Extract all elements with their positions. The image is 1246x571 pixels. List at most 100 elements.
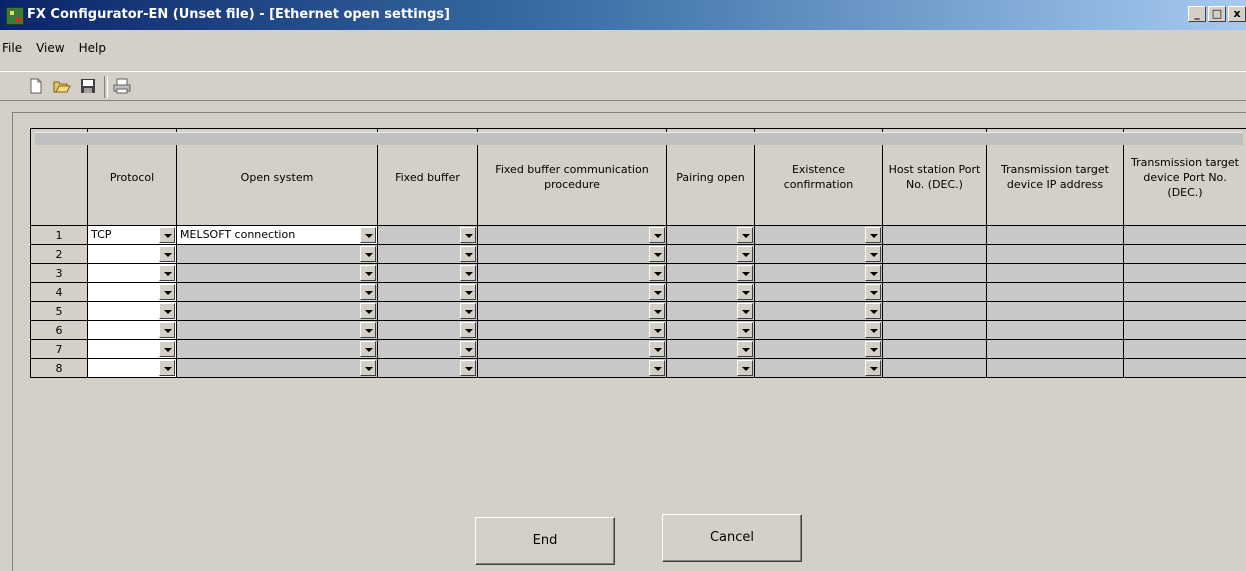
dropdown-arrow-icon[interactable] [865,284,881,300]
host-port-field[interactable] [882,244,987,264]
dropdown-arrow-icon[interactable] [159,265,175,281]
pairing-open-select[interactable] [666,282,755,302]
row-number[interactable]: 8 [30,358,88,378]
dropdown-arrow-icon[interactable] [159,284,175,300]
row-number[interactable]: 4 [30,282,88,302]
protocol-select[interactable] [87,339,177,359]
pairing-open-select[interactable] [666,301,755,321]
dropdown-arrow-icon[interactable] [159,360,175,376]
fixed-buffer-procedure-select[interactable] [477,225,667,245]
target-ip-field[interactable] [34,131,1243,321]
end-button[interactable]: End [475,517,615,565]
existence-confirmation-select[interactable] [754,339,883,359]
row-number[interactable]: 7 [30,339,88,359]
target-ip-field[interactable] [34,131,1243,378]
save-icon[interactable] [78,77,98,95]
dropdown-arrow-icon[interactable] [360,265,376,281]
fixed-buffer-procedure-select[interactable] [477,282,667,302]
dropdown-arrow-icon[interactable] [649,322,665,338]
fixed-buffer-select[interactable] [377,358,478,378]
dropdown-arrow-icon[interactable] [865,303,881,319]
dropdown-arrow-icon[interactable] [865,227,881,243]
dropdown-arrow-icon[interactable] [360,227,376,243]
protocol-select[interactable]: TCP [87,225,177,245]
dropdown-arrow-icon[interactable] [737,246,753,262]
pairing-open-select[interactable] [666,225,755,245]
pairing-open-select[interactable] [666,244,755,264]
host-port-field[interactable] [882,263,987,283]
dropdown-arrow-icon[interactable] [865,322,881,338]
dropdown-arrow-icon[interactable] [649,303,665,319]
menu-view[interactable]: View [31,37,73,59]
dropdown-arrow-icon[interactable] [460,265,476,281]
fixed-buffer-select[interactable] [377,244,478,264]
minimize-button[interactable]: _ [1188,6,1206,22]
dropdown-arrow-icon[interactable] [360,322,376,338]
open-system-select[interactable] [176,282,378,302]
dropdown-arrow-icon[interactable] [649,246,665,262]
print-icon[interactable] [112,77,132,95]
protocol-select[interactable] [87,358,177,378]
dropdown-arrow-icon[interactable] [460,303,476,319]
fixed-buffer-select[interactable] [377,282,478,302]
open-system-select[interactable] [176,320,378,340]
title-bar[interactable]: FX Configurator-EN (Unset file) - [Ether… [0,0,1246,30]
open-system-select[interactable]: MELSOFT connection [176,225,378,245]
dropdown-arrow-icon[interactable] [865,265,881,281]
dropdown-arrow-icon[interactable] [460,322,476,338]
protocol-select[interactable] [87,301,177,321]
dropdown-arrow-icon[interactable] [360,246,376,262]
row-number[interactable]: 6 [30,320,88,340]
open-folder-icon[interactable] [52,77,72,95]
fixed-buffer-select[interactable] [377,320,478,340]
dropdown-arrow-icon[interactable] [460,246,476,262]
target-ip-field[interactable] [34,131,1243,245]
existence-confirmation-select[interactable] [754,244,883,264]
dropdown-arrow-icon[interactable] [865,360,881,376]
dropdown-arrow-icon[interactable] [649,227,665,243]
dropdown-arrow-icon[interactable] [159,246,175,262]
host-port-field[interactable] [882,320,987,340]
host-port-field[interactable] [882,282,987,302]
host-port-field[interactable] [882,358,987,378]
dropdown-arrow-icon[interactable] [865,246,881,262]
fixed-buffer-procedure-select[interactable] [477,263,667,283]
row-number[interactable]: 3 [30,263,88,283]
pairing-open-select[interactable] [666,320,755,340]
fixed-buffer-procedure-select[interactable] [477,244,667,264]
fixed-buffer-procedure-select[interactable] [477,358,667,378]
open-system-select[interactable] [176,301,378,321]
dropdown-arrow-icon[interactable] [460,284,476,300]
dropdown-arrow-icon[interactable] [159,341,175,357]
open-system-select[interactable] [176,244,378,264]
dropdown-arrow-icon[interactable] [360,341,376,357]
fixed-buffer-select[interactable] [377,301,478,321]
dropdown-arrow-icon[interactable] [737,227,753,243]
dropdown-arrow-icon[interactable] [649,265,665,281]
dropdown-arrow-icon[interactable] [159,227,175,243]
target-port-field[interactable] [1123,244,1246,264]
row-number[interactable]: 2 [30,244,88,264]
maximize-button[interactable]: □ [1208,6,1226,22]
dropdown-arrow-icon[interactable] [737,265,753,281]
menu-file[interactable]: File [0,37,31,59]
target-ip-field[interactable] [34,131,1243,302]
dropdown-arrow-icon[interactable] [649,284,665,300]
open-system-select[interactable] [176,339,378,359]
pairing-open-select[interactable] [666,263,755,283]
dropdown-arrow-icon[interactable] [737,360,753,376]
dropdown-arrow-icon[interactable] [159,303,175,319]
protocol-select[interactable] [87,244,177,264]
target-ip-field[interactable] [34,131,1243,283]
existence-confirmation-select[interactable] [754,225,883,245]
fixed-buffer-select[interactable] [377,263,478,283]
open-system-select[interactable] [176,263,378,283]
fixed-buffer-select[interactable] [377,225,478,245]
target-port-field[interactable] [1123,263,1246,283]
dropdown-arrow-icon[interactable] [360,284,376,300]
open-system-select[interactable] [176,358,378,378]
target-port-field[interactable] [1123,339,1246,359]
protocol-select[interactable] [87,282,177,302]
cancel-button[interactable]: Cancel [662,514,802,562]
dropdown-arrow-icon[interactable] [159,322,175,338]
